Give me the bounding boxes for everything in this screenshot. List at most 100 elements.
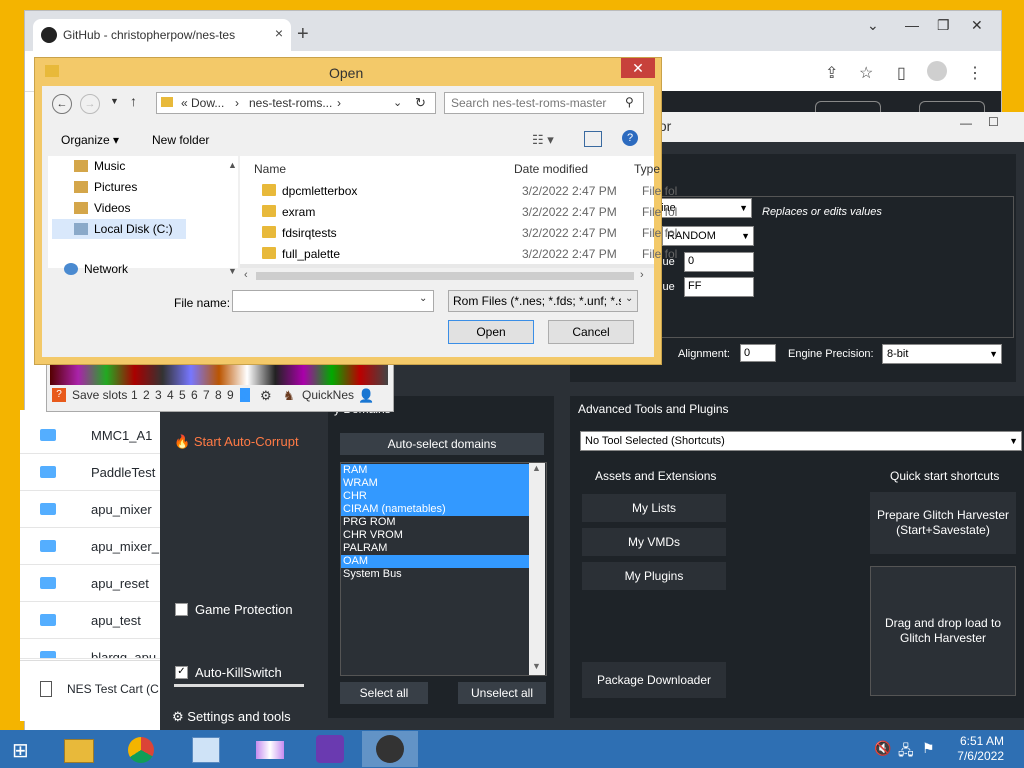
maximize-icon[interactable]: ☐ <box>988 115 999 129</box>
my-lists-button[interactable]: My Lists <box>582 494 726 522</box>
list-item[interactable]: PaddleTest <box>20 453 160 491</box>
domain-item[interactable]: PRG ROM <box>341 516 529 529</box>
select-all-button[interactable]: Select all <box>340 682 428 704</box>
auto-select-domains-button[interactable]: Auto-select domains <box>340 433 544 455</box>
min-value-stepper[interactable]: 0 <box>684 252 754 272</box>
my-plugins-button[interactable]: My Plugins <box>582 562 726 590</box>
save-slot[interactable]: 4 <box>167 388 174 402</box>
list-item[interactable]: apu_test <box>20 601 160 639</box>
github-footer-file[interactable]: NES Test Cart (C <box>20 660 160 721</box>
help-icon[interactable]: ? <box>622 130 638 146</box>
taskbar-rtc-active[interactable] <box>362 731 418 767</box>
tool-select[interactable]: No Tool Selected (Shortcuts) ▼ <box>580 431 1022 451</box>
breadcrumb-item[interactable]: « Dow... <box>181 96 224 110</box>
chevron-down-icon[interactable]: ⌄ <box>867 17 879 34</box>
save-slot[interactable]: 8 <box>215 388 222 402</box>
user-icon[interactable]: 👤 <box>358 388 374 404</box>
table-row[interactable]: full_palette 3/2/2022 2:47 PM File fol <box>240 243 677 264</box>
list-item[interactable]: apu_reset <box>20 564 160 602</box>
save-slot[interactable]: 3 <box>155 388 162 402</box>
file-name-input[interactable]: ⌄ <box>232 290 434 312</box>
start-autocorrupt-button[interactable]: 🔥 Start Auto-Corrupt <box>174 434 299 450</box>
tree-item-pictures[interactable]: Pictures <box>94 180 137 194</box>
prepare-glitch-harvester-button[interactable]: Prepare Glitch Harvester (Start+Savestat… <box>870 492 1016 554</box>
windows-start-icon[interactable]: ⊞ <box>12 738 29 763</box>
chrome-tab-github[interactable]: GitHub - christopherpow/nes-tes × <box>33 19 291 51</box>
cancel-button[interactable]: Cancel <box>548 320 634 344</box>
open-button[interactable]: Open <box>448 320 534 344</box>
save-slot[interactable]: 5 <box>179 388 186 402</box>
package-downloader-button[interactable]: Package Downloader <box>582 662 726 698</box>
domain-item[interactable]: WRAM <box>341 477 529 490</box>
taskbar-rtc[interactable] <box>302 731 358 767</box>
bookmark-star-icon[interactable]: ☆ <box>859 63 873 83</box>
menu-kebab-icon[interactable]: ⋮ <box>967 63 983 83</box>
list-item[interactable]: apu_mixer_ <box>20 527 160 565</box>
game-protection-checkbox[interactable] <box>175 603 188 616</box>
save-slot[interactable]: 1 <box>131 388 138 402</box>
column-header-date[interactable]: Date modified <box>514 162 588 176</box>
breadcrumb-item[interactable]: nes-test-roms... <box>249 96 332 110</box>
close-dialog-button[interactable]: ✕ <box>621 58 655 78</box>
domain-item[interactable]: System Bus <box>341 568 529 581</box>
tree-item-videos[interactable]: Videos <box>94 201 130 215</box>
profile-avatar-icon[interactable] <box>927 61 947 81</box>
column-header-name[interactable]: Name <box>254 162 286 176</box>
scroll-down-icon[interactable]: ▼ <box>532 661 541 671</box>
save-slot[interactable]: 9 <box>227 388 234 402</box>
system-clock[interactable]: 6:51 AM 7/6/2022 <box>940 734 1004 764</box>
memory-domains-list[interactable]: RAM WRAM CHR CIRAM (nametables) PRG ROM … <box>340 462 547 676</box>
refresh-icon[interactable]: ↻ <box>415 95 426 111</box>
sidebar-icon[interactable]: ▯ <box>897 63 906 83</box>
list-item[interactable]: apu_mixer <box>20 490 160 528</box>
network-icon[interactable]: 🖧 <box>898 740 914 764</box>
notification-icon[interactable]: ⚑ <box>922 740 935 757</box>
domain-item[interactable]: RAM <box>341 464 529 477</box>
volume-muted-icon[interactable]: 🔇 <box>874 740 891 757</box>
taskbar-control-panel[interactable] <box>178 731 234 767</box>
tree-item-network[interactable]: Network <box>84 262 128 276</box>
back-icon[interactable]: ← <box>52 94 72 114</box>
unselect-all-button[interactable]: Unselect all <box>458 682 546 704</box>
drag-drop-harvester-zone[interactable]: Drag and drop load to Glitch Harvester <box>870 566 1016 696</box>
chevron-down-icon[interactable]: ⌄ <box>393 96 402 109</box>
domain-item[interactable]: CIRAM (nametables) <box>341 503 529 516</box>
chevron-down-icon[interactable]: ⌄ <box>419 293 427 304</box>
table-row[interactable]: fdsirqtests 3/2/2022 2:47 PM File fol <box>240 222 677 243</box>
scroll-up-icon[interactable]: ▲ <box>532 463 541 473</box>
precision-select[interactable]: 8-bit ▼ <box>882 344 1002 364</box>
search-input[interactable]: Search nes-test-roms-master ⚲ <box>444 92 644 114</box>
alignment-stepper[interactable]: 0 <box>740 344 776 362</box>
scroll-left-icon[interactable]: ‹ <box>244 269 248 281</box>
new-tab-button[interactable]: + <box>297 23 309 46</box>
close-tab-icon[interactable]: × <box>275 25 283 41</box>
view-options-icon[interactable]: ☷ ▾ <box>532 132 554 148</box>
forward-icon[interactable]: → <box>80 94 100 114</box>
taskbar-chrome[interactable] <box>114 731 170 767</box>
close-window-icon[interactable]: ✕ <box>971 17 983 34</box>
domain-item[interactable]: OAM <box>341 555 529 568</box>
domain-item[interactable]: PALRAM <box>341 542 529 555</box>
tree-item-music[interactable]: Music <box>94 159 125 173</box>
settings-tools-button[interactable]: ⚙ Settings and tools <box>172 709 291 725</box>
maximize-icon[interactable]: ❐ <box>937 17 950 34</box>
my-vmds-button[interactable]: My VMDs <box>582 528 726 556</box>
save-slot-selected[interactable]: 0 <box>240 388 250 402</box>
gear-icon[interactable]: ⚙ <box>260 388 272 404</box>
new-folder-button[interactable]: New folder <box>152 133 209 147</box>
scroll-thumb[interactable] <box>256 272 634 280</box>
table-row[interactable]: dpcmletterbox 3/2/2022 2:47 PM File fol <box>240 180 677 201</box>
scroll-down-icon[interactable]: ▼ <box>228 266 237 276</box>
share-icon[interactable]: ⇪ <box>825 63 838 83</box>
auto-killswitch-checkbox[interactable]: ✓ <box>175 666 188 679</box>
save-slot[interactable]: 6 <box>191 388 198 402</box>
list-item[interactable]: MMC1_A1 <box>20 416 160 454</box>
file-type-filter-select[interactable]: Rom Files (*.nes; *.fds; *.unf; *.s ⌄ <box>448 290 638 312</box>
domain-item[interactable]: CHR <box>341 490 529 503</box>
save-slot[interactable]: 7 <box>203 388 210 402</box>
scroll-up-icon[interactable]: ▲ <box>228 160 237 170</box>
column-header-type[interactable]: Type <box>634 162 660 176</box>
minimize-icon[interactable]: — <box>905 17 919 33</box>
breadcrumb[interactable]: « Dow... › nes-test-roms... › ⌄ ↻ <box>156 92 436 114</box>
recent-locations-icon[interactable]: ▼ <box>110 96 119 106</box>
